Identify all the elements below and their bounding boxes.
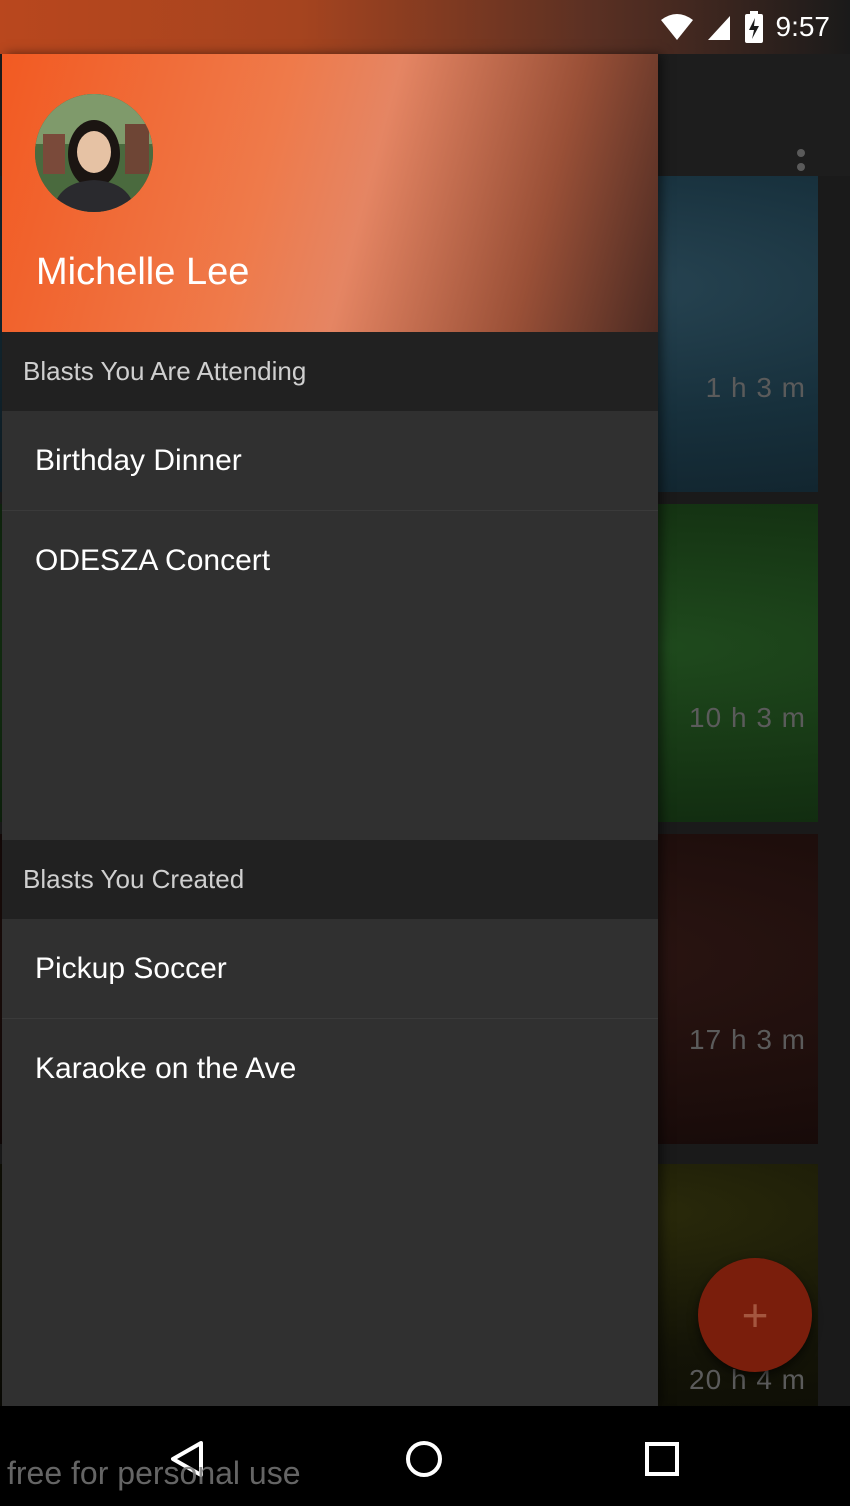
home-button[interactable] xyxy=(389,1426,459,1492)
list-item[interactable]: Pickup Soccer xyxy=(2,919,658,1019)
created-list: Pickup Soccer Karaoke on the Ave xyxy=(2,919,658,1399)
plus-icon: + xyxy=(741,1289,769,1341)
add-blast-button[interactable]: + xyxy=(698,1258,812,1372)
section-header-attending: Blasts You Are Attending xyxy=(2,332,658,411)
list-item[interactable]: ODESZA Concert xyxy=(2,511,658,611)
section-header-created: Blasts You Created xyxy=(2,840,658,919)
avatar[interactable] xyxy=(35,94,153,212)
blast-time-remaining: 17 h 3 m xyxy=(689,1024,806,1055)
status-bar: 9:57 xyxy=(0,0,850,54)
blast-time-remaining: 10 h 3 m xyxy=(689,702,806,733)
user-name: Michelle Lee xyxy=(36,251,250,293)
wifi-icon xyxy=(660,14,693,40)
list-item[interactable]: Karaoke on the Ave xyxy=(2,1019,658,1119)
list-item[interactable]: Birthday Dinner xyxy=(2,411,658,511)
cellular-signal-icon xyxy=(707,16,730,40)
home-icon xyxy=(406,1441,442,1477)
blast-time-remaining: 1 h 3 m xyxy=(705,372,806,403)
attending-list: Birthday Dinner ODESZA Concert xyxy=(2,411,658,840)
drawer-header: Michelle Lee xyxy=(2,54,658,332)
recents-icon xyxy=(645,1442,679,1476)
user-photo-icon xyxy=(35,94,153,212)
navigation-drawer: Michelle Lee Blasts You Are Attending Bi… xyxy=(2,54,658,1406)
status-time: 9:57 xyxy=(775,11,831,42)
recents-button[interactable] xyxy=(627,1426,697,1492)
battery-charging-icon xyxy=(744,11,763,43)
watermark-text: free for personal use xyxy=(7,1455,301,1491)
